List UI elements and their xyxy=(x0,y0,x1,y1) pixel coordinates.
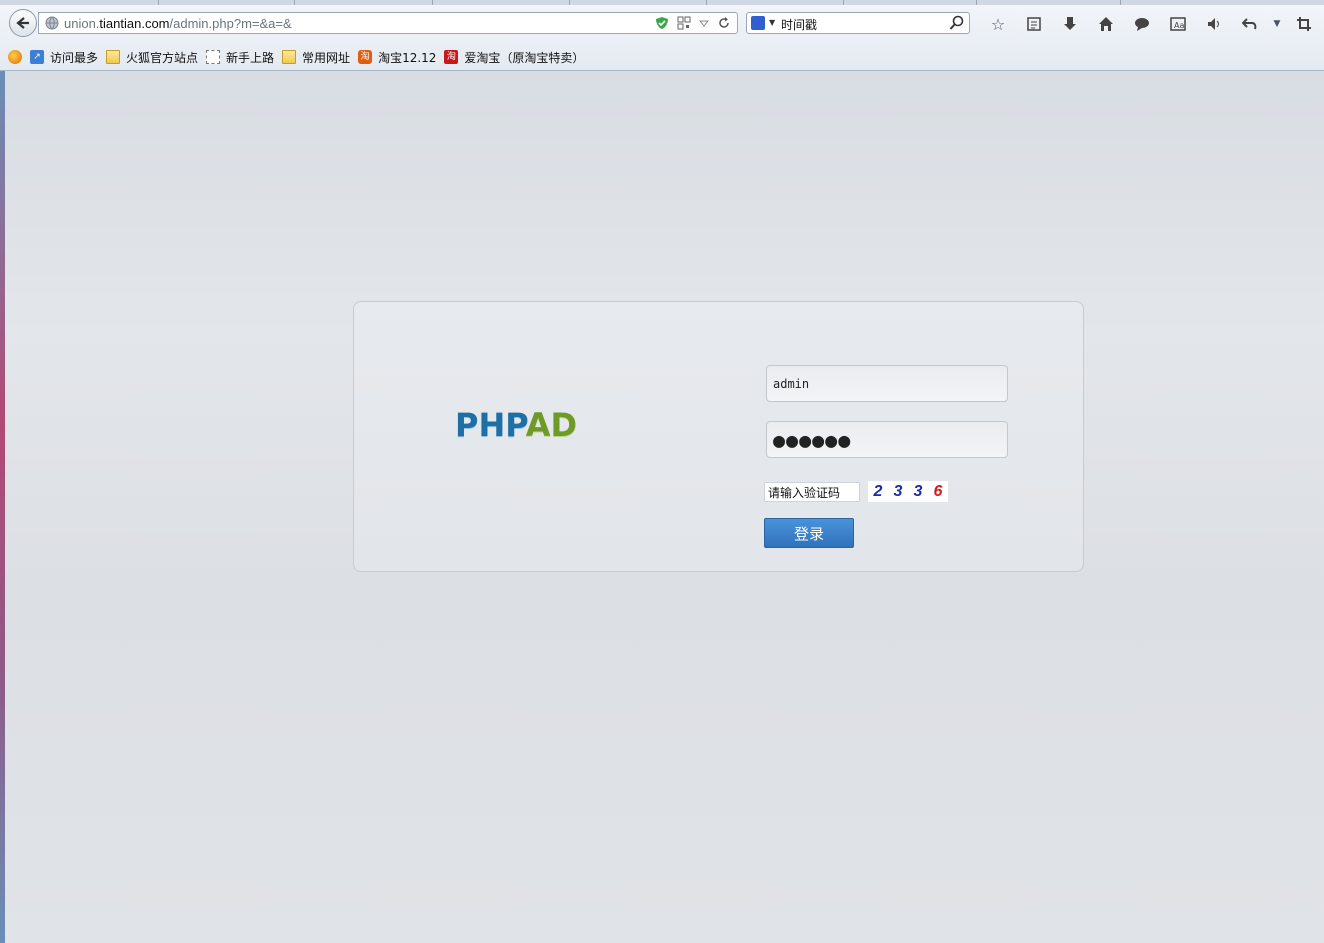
taobao-icon: 淘 xyxy=(358,50,373,64)
url-bar-icons xyxy=(655,16,731,30)
home-button[interactable] xyxy=(1088,12,1124,36)
phpad-logo: PHPAD xyxy=(455,406,577,444)
captcha-char: 3 xyxy=(893,482,903,500)
bookmark-aitaobao[interactable]: 淘爱淘宝（原淘宝特卖） xyxy=(444,49,584,66)
search-icon[interactable] xyxy=(949,15,965,31)
url-path: /admin.php?m=&a=& xyxy=(169,16,292,31)
crop-icon xyxy=(1297,17,1311,31)
username-input[interactable] xyxy=(766,365,1008,402)
login-panel: PHPAD ●●●●●● 2 3 3 6 登录 xyxy=(353,301,1084,572)
undo-dropdown-button[interactable]: ▼ xyxy=(1268,12,1286,36)
captcha-char: 6 xyxy=(933,482,943,500)
firefox-icon[interactable] xyxy=(8,50,22,64)
clipboard-icon xyxy=(1027,17,1041,31)
bookmark-label: 访问最多 xyxy=(50,50,99,65)
visit-icon: ↗ xyxy=(30,50,44,64)
bookmark-firefox-sites[interactable]: 火狐官方站点 xyxy=(106,49,198,66)
url-prefix: union. xyxy=(64,16,100,31)
baidu-paw-icon[interactable] xyxy=(751,16,765,30)
undo-icon xyxy=(1242,18,1257,30)
desktop-edge xyxy=(0,71,5,943)
speaker-icon xyxy=(1208,18,1219,30)
url-text[interactable]: union.tiantian.com/admin.php?m=&a=& xyxy=(64,16,292,31)
bookmark-label: 火狐官方站点 xyxy=(126,50,199,65)
search-text[interactable]: 时间戳 xyxy=(781,16,817,33)
bookmark-label: 常用网址 xyxy=(302,50,351,65)
folder-icon xyxy=(106,50,121,64)
captcha-char: 2 xyxy=(873,482,883,500)
shield-icon[interactable] xyxy=(655,16,669,30)
engine-dropdown-icon[interactable]: ▼ xyxy=(769,18,775,27)
logo-ad-text: AD xyxy=(525,406,578,444)
chat-button[interactable] xyxy=(1124,12,1160,36)
dropdown-arrow-icon[interactable] xyxy=(699,18,709,28)
login-button[interactable]: 登录 xyxy=(764,518,854,548)
bookmark-label: 爱淘宝（原淘宝特卖） xyxy=(464,50,585,65)
page-icon xyxy=(206,50,221,64)
captcha-input[interactable] xyxy=(764,482,860,502)
bookmark-getting-started[interactable]: 新手上路 xyxy=(206,49,274,66)
reader-icon: Aa xyxy=(1170,17,1186,31)
download-icon xyxy=(1064,17,1076,30)
bookmark-taobao[interactable]: 淘淘宝12.12 xyxy=(358,49,436,66)
folder-icon xyxy=(282,50,297,64)
navigation-row: union.tiantian.com/admin.php?m=&a=& ▼ 时间… xyxy=(0,5,1324,43)
undo-button[interactable] xyxy=(1232,12,1268,36)
logo-php-text: PHP xyxy=(455,406,526,444)
bookmark-star-button[interactable]: ☆ xyxy=(980,12,1016,36)
password-input[interactable]: ●●●●●● xyxy=(766,421,1008,458)
bookmark-most-visited[interactable]: ↗ 访问最多 xyxy=(30,49,98,66)
bookmark-label: 淘宝12.12 xyxy=(378,50,437,65)
qr-code-icon[interactable] xyxy=(677,16,691,30)
caret-down-icon: ▼ xyxy=(1273,19,1281,29)
speaker-button[interactable] xyxy=(1196,12,1232,36)
globe-icon xyxy=(45,16,59,30)
toolbar: ☆ Aa ▼ ▼ xyxy=(980,12,1324,36)
star-icon: ☆ xyxy=(990,14,1006,34)
bookmark-label: 新手上路 xyxy=(226,50,275,65)
svg-text:Aa: Aa xyxy=(1174,21,1184,30)
aitaobao-icon: 淘 xyxy=(444,50,459,64)
home-icon xyxy=(1099,17,1113,31)
captcha-image[interactable]: 2 3 3 6 xyxy=(868,481,948,502)
bookmark-common-sites[interactable]: 常用网址 xyxy=(282,49,350,66)
crop-button[interactable] xyxy=(1286,12,1322,36)
back-arrow-icon xyxy=(16,17,29,29)
url-domain: tiantian.com xyxy=(99,16,170,31)
browser-chrome: union.tiantian.com/admin.php?m=&a=& ▼ 时间… xyxy=(0,0,1324,71)
password-mask: ●●●●●● xyxy=(773,427,852,452)
downloads-button[interactable] xyxy=(1052,12,1088,36)
reload-icon[interactable] xyxy=(717,16,731,30)
reader-button[interactable]: Aa xyxy=(1160,12,1196,36)
search-bar[interactable]: ▼ 时间戳 xyxy=(746,12,970,34)
url-bar[interactable]: union.tiantian.com/admin.php?m=&a=& xyxy=(38,12,738,34)
captcha-char: 3 xyxy=(913,482,923,500)
chat-bubble-icon xyxy=(1135,18,1149,31)
back-button[interactable] xyxy=(9,9,37,37)
bookmarks-bar: ↗ 访问最多 火狐官方站点 新手上路 常用网址 淘淘宝12.12 淘爱淘宝（原淘宝… xyxy=(0,45,1324,69)
bookmarks-list-button[interactable] xyxy=(1016,12,1052,36)
